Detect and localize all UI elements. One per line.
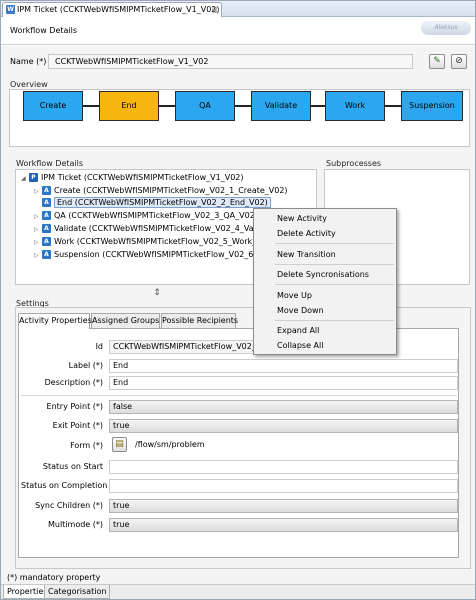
edit-name-button[interactable]: ✎ (429, 54, 445, 69)
menu-separator (275, 320, 394, 321)
expand-arrow-icon[interactable]: ▷ (34, 211, 42, 223)
tree-item[interactable]: ▷ A Validate (CCKTWebWfISMIPMTicketFlow_V0… (34, 223, 263, 235)
sync-children-label: Sync Children (*) (35, 501, 103, 510)
tree-item-label: QA (CCKTWebWfISMIPMTicketFlow_V02_3_QA_V… (54, 211, 258, 220)
activity-node-work[interactable]: Work (325, 91, 385, 121)
editor-tab-bar: W IPM Ticket (CCKTWebWfISMIPMTicketFlow_… (1, 1, 475, 17)
menu-separator (275, 243, 394, 244)
status-on-start-label: Status on Start (42, 462, 103, 471)
expand-arrow-icon[interactable]: ▷ (34, 224, 42, 236)
menu-item-collapse-all[interactable]: Collapse All (277, 341, 323, 350)
menu-item-delete-syncronisations[interactable]: Delete Syncronisations (277, 270, 369, 279)
editor-window: W IPM Ticket (CCKTWebWfISMIPMTicketFlow_… (0, 0, 476, 600)
tree-item[interactable]: ▷ A Create (CCKTWebWfISMIPMTicketFlow_V02_… (34, 185, 288, 197)
exit-point-label: Exit Point (*) (52, 421, 103, 430)
id-label: Id (95, 342, 103, 351)
edit-icon: ✎ (433, 56, 441, 66)
name-field[interactable]: CCKTWebWfISMIPMTicketFlow_V1_V02 (48, 54, 413, 69)
bottom-tab-bar: Properties Categorisation (1, 584, 475, 599)
tab-categorisation[interactable]: Categorisation (44, 585, 111, 599)
activity-icon: A (42, 211, 51, 220)
menu-separator (275, 264, 394, 265)
transition-line (385, 105, 401, 107)
form-path-field[interactable]: /flow/sm/problem (131, 438, 458, 452)
tree-item-label: Suspension (CCKTWebWfISMIPMTicketFlow_V0… (54, 250, 268, 259)
status-on-start-field[interactable] (109, 460, 458, 474)
editor-tab[interactable]: W IPM Ticket (CCKTWebWfISMIPMTicketFlow_… (2, 2, 222, 17)
transition-line (159, 105, 175, 107)
tree-item-label: Create (CCKTWebWfISMIPMTicketFlow_V02_1_… (54, 186, 288, 195)
id-field[interactable]: CCKTWebWfISMIPMTicketFlow_V02_2 (109, 340, 257, 354)
folder-icon: ▤ (115, 439, 124, 449)
activity-icon: A (42, 250, 51, 259)
activity-icon: A (42, 224, 51, 233)
activity-node-suspension[interactable]: Suspension (401, 91, 463, 121)
menu-item-new-activity[interactable]: New Activity (277, 214, 327, 223)
tab-assigned-groups[interactable]: Assigned Groups (91, 313, 160, 328)
context-menu: New Activity Delete Activity New Transit… (253, 208, 397, 355)
tab-possible-recipients[interactable]: Possible Recipients (161, 313, 238, 328)
browse-form-button[interactable]: ▤ (112, 437, 127, 452)
multimode-label: Multimode (*) (47, 520, 103, 529)
description-label: Description (*) (44, 378, 103, 387)
form-label: Form (*) (70, 441, 103, 450)
divider (21, 395, 457, 396)
close-icon[interactable]: ☒ (212, 4, 219, 17)
expand-arrow-icon[interactable]: ▷ (34, 237, 42, 249)
activity-icon: A (42, 186, 51, 195)
tree-item-label: Validate (CCKTWebWfISMIPMTicketFlow_V02_… (54, 224, 264, 233)
name-label: Name (*) (10, 57, 47, 66)
tree-item[interactable]: ▷ A QA (CCKTWebWfISMIPMTicketFlow_V02_3_QA… (34, 210, 258, 222)
label-field[interactable]: End (109, 359, 458, 373)
activity-node-qa[interactable]: QA (175, 91, 235, 121)
tree-root[interactable]: ◢ P IPM Ticket (CCKTWebWfISMIPMTicketFlow_… (21, 172, 244, 184)
page-title: Workflow Details (10, 26, 78, 35)
status-on-completion-label: Status on Completion (21, 481, 108, 490)
process-icon: P (29, 173, 38, 182)
menu-item-move-up[interactable]: Move Up (277, 291, 312, 300)
exit-point-select[interactable]: true (109, 419, 458, 433)
activity-node-end[interactable]: End (99, 91, 159, 121)
page-header: Workflow Details Aleksus (1, 17, 475, 45)
activity-node-validate[interactable]: Validate (251, 91, 311, 121)
mandatory-footnote: (*) mandatory property (7, 573, 101, 582)
multimode-select[interactable]: true (109, 518, 458, 532)
entry-point-select[interactable]: false (109, 400, 458, 414)
tree-item-label: Work (CCKTWebWfISMIPMTicketFlow_V02_5_Wo… (54, 237, 262, 246)
description-field[interactable]: End (109, 376, 458, 390)
activity-icon: A (42, 198, 51, 207)
transition-line (311, 105, 325, 107)
tree-item[interactable]: ▷ A Work (CCKTWebWfISMIPMTicketFlow_V02_5_… (34, 236, 262, 248)
sync-children-select[interactable]: true (109, 499, 458, 513)
link-icon: ⊘ (455, 56, 463, 66)
editor-tab-title: IPM Ticket (CCKTWebWfISMIPMTicketFlow_V1… (17, 5, 220, 14)
overview-title: Overview (10, 80, 48, 89)
brand-logo: Aleksus (421, 21, 471, 35)
menu-item-move-down[interactable]: Move Down (277, 306, 324, 315)
entry-point-label: Entry Point (*) (46, 402, 103, 411)
transition-line (83, 105, 99, 107)
label-label: Label (*) (68, 361, 103, 370)
workflow-details-title: Workflow Details (16, 159, 84, 168)
tree-item[interactable]: ▷ A Suspension (CCKTWebWfISMIPMTicketFlow_… (34, 249, 268, 261)
collapse-arrow-icon[interactable]: ◢ (21, 173, 29, 185)
workflow-icon: W (6, 5, 15, 14)
tree-item[interactable]: A End (CCKTWebWfISMIPMTicketFlow_V02_2_En… (34, 197, 271, 209)
activity-node-create[interactable]: Create (23, 91, 83, 121)
menu-item-expand-all[interactable]: Expand All (277, 326, 319, 335)
link-button[interactable]: ⊘ (451, 54, 467, 69)
transition-line (235, 105, 251, 107)
resize-handle-icon[interactable]: ⇕ (153, 288, 161, 298)
tree-item-label-selected: End (CCKTWebWfISMIPMTicketFlow_V02_2_End… (54, 197, 271, 208)
tab-activity-properties[interactable]: Activity Properties (18, 313, 92, 329)
menu-item-delete-activity[interactable]: Delete Activity (277, 229, 336, 238)
menu-separator (275, 284, 394, 285)
subprocesses-title: Subprocesses (326, 159, 382, 168)
expand-arrow-icon[interactable]: ▷ (34, 250, 42, 262)
status-on-completion-field[interactable] (109, 479, 458, 493)
activity-icon: A (42, 237, 51, 246)
tree-root-label: IPM Ticket (CCKTWebWfISMIPMTicketFlow_V1… (41, 173, 244, 182)
menu-item-new-transition[interactable]: New Transition (277, 250, 336, 259)
